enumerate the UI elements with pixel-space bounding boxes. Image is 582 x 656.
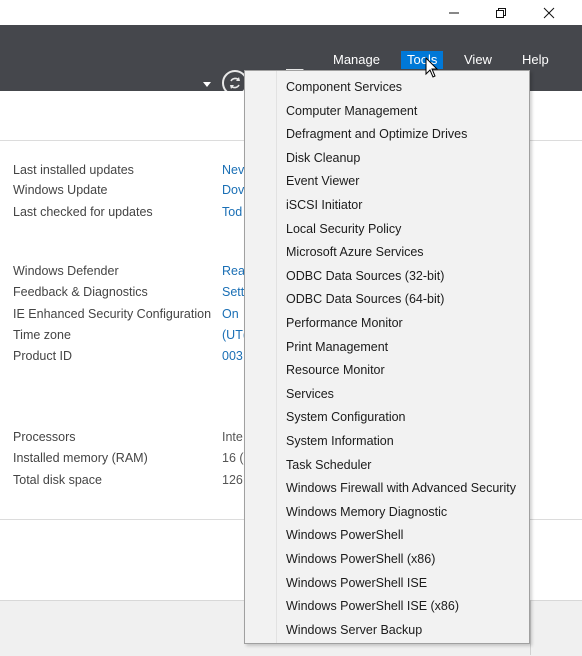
mouse-cursor-icon	[425, 56, 439, 82]
menu-help[interactable]: Help	[516, 51, 555, 69]
restore-button[interactable]	[478, 0, 524, 25]
tools-menu-item[interactable]: iSCSI Initiator	[246, 194, 528, 216]
tools-menu-item[interactable]: Windows Server Backup	[246, 619, 528, 641]
tools-menu-item[interactable]: Component Services	[246, 76, 528, 98]
tools-menu-item[interactable]: ODBC Data Sources (32-bit)	[246, 265, 528, 287]
prop-label: Last checked for updates	[13, 205, 153, 219]
prop-label: Processors	[13, 430, 76, 444]
tools-menu-item[interactable]: System Information	[246, 430, 528, 452]
prop-label: Last installed updates	[13, 163, 134, 177]
prop-value-link[interactable]: Tod	[222, 205, 244, 219]
tools-menu-item[interactable]: System Configuration	[246, 406, 528, 428]
prop-value-link[interactable]: 003	[222, 349, 244, 363]
menu-manage[interactable]: Manage	[327, 51, 386, 69]
prop-label: Windows Update	[13, 183, 108, 197]
tools-menu-item[interactable]: Resource Monitor	[246, 359, 528, 381]
minimize-icon	[448, 7, 460, 19]
prop-value: 126	[222, 473, 243, 487]
tools-menu-item[interactable]: Windows PowerShell ISE (x86)	[246, 595, 528, 617]
tools-menu-item[interactable]: Microsoft Azure Services	[246, 241, 528, 263]
prop-value-link[interactable]: Sett	[222, 285, 244, 299]
tools-menu-item[interactable]: Windows Memory Diagnostic	[246, 501, 528, 523]
prop-value-link[interactable]: (UT(	[222, 328, 244, 342]
close-icon	[543, 7, 555, 19]
tools-menu-item[interactable]: Services	[246, 383, 528, 405]
tools-menu-item[interactable]: Defragment and Optimize Drives	[246, 123, 528, 145]
prop-label: Total disk space	[13, 473, 102, 487]
tools-menu-item[interactable]: Windows PowerShell	[246, 524, 528, 546]
window-title-bar	[0, 0, 582, 25]
prop-label: Feedback & Diagnostics	[13, 285, 148, 299]
tools-menu-item[interactable]: ODBC Data Sources (64-bit)	[246, 288, 528, 310]
prop-label: Time zone	[13, 328, 71, 342]
prop-label: IE Enhanced Security Configuration	[13, 307, 212, 321]
dropdown-arrow-icon[interactable]	[203, 77, 211, 91]
minimize-button[interactable]	[431, 0, 477, 25]
menu-view[interactable]: View	[458, 51, 498, 69]
tools-menu-item[interactable]: Windows PowerShell (x86)	[246, 548, 528, 570]
close-button[interactable]	[526, 0, 572, 25]
tools-dropdown-menu: Component Services Computer Management Def…	[244, 70, 530, 644]
tools-menu-item[interactable]: Performance Monitor	[246, 312, 528, 334]
prop-value-link[interactable]: Rea	[222, 264, 244, 278]
tools-menu-item[interactable]: Print Management	[246, 336, 528, 358]
divider	[530, 600, 531, 655]
prop-label: Windows Defender	[13, 264, 119, 278]
prop-label: Installed memory (RAM)	[13, 451, 148, 465]
tools-menu-item[interactable]: Task Scheduler	[246, 454, 528, 476]
tools-menu-item[interactable]: Windows PowerShell ISE	[246, 572, 528, 594]
prop-value-link[interactable]: Nev	[222, 163, 244, 177]
tools-menu-item[interactable]: Windows Firewall with Advanced Security	[246, 477, 528, 499]
restore-icon	[495, 7, 507, 19]
tools-menu-item[interactable]: Local Security Policy	[246, 218, 528, 240]
prop-value-link[interactable]: Dov	[222, 183, 244, 197]
prop-label: Product ID	[13, 349, 73, 363]
prop-value: Inte	[222, 430, 243, 444]
tools-menu-item[interactable]: Computer Management	[246, 100, 528, 122]
prop-value-link[interactable]: On	[222, 307, 244, 321]
tools-menu-item[interactable]: Event Viewer	[246, 170, 528, 192]
tools-menu-item[interactable]: Disk Cleanup	[246, 147, 528, 169]
prop-value: 16 (	[222, 451, 244, 465]
